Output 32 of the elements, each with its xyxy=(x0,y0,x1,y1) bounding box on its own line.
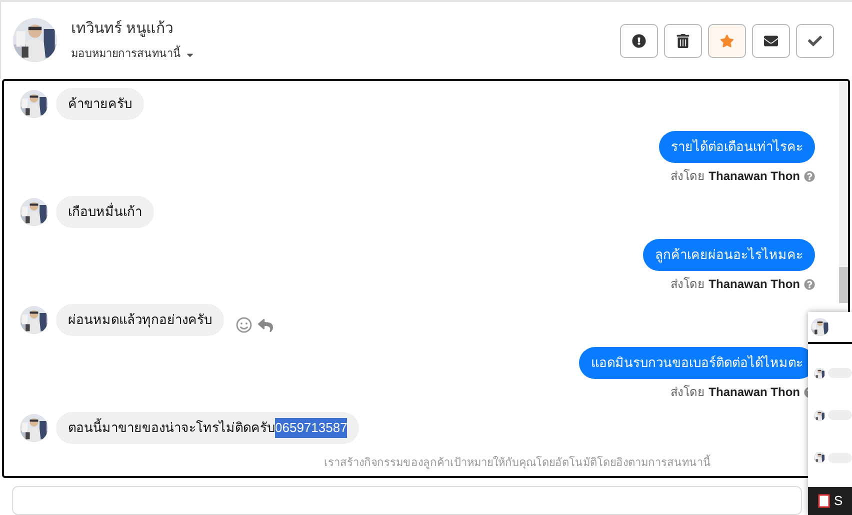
message-bubble: ลูกค้าเคยผ่อนอะไรไหมคะ xyxy=(643,239,815,271)
alert-icon xyxy=(632,34,646,48)
message-bubble: ตอนนี้มาขายของน่าจะโทรไม่ติดครับ0659713587 xyxy=(56,412,360,444)
delete-button[interactable] xyxy=(664,24,702,58)
sender-name: Thanawan Thon xyxy=(708,384,800,401)
taskbar-label[interactable]: S xyxy=(834,491,843,511)
contact-name: เทวินทร์ หนูแก้ว xyxy=(71,18,174,39)
assign-dropdown[interactable]: มอบหมายการสนทนานี้ xyxy=(71,46,195,63)
message-bubble: ค้าขายครับ xyxy=(56,88,144,120)
envelope-icon xyxy=(764,34,778,48)
help-icon xyxy=(804,170,815,182)
message-bubble: เกือบหมื่นเก้า xyxy=(56,196,154,228)
reply-field[interactable] xyxy=(12,486,802,515)
star-button[interactable] xyxy=(708,24,746,58)
app-icon xyxy=(818,494,830,508)
message-bubble: รายได้ต่อเดือนเท่าไรคะ xyxy=(659,131,815,163)
footer-note: เราสร้างกิจกรรมของลูกค้าเป้าหมายให้กับคุณโดยอัตโนมัติโดยอิงตามการสนทนานี้ xyxy=(324,455,711,472)
report-button[interactable] xyxy=(620,24,658,58)
reply-icon xyxy=(258,318,273,332)
sent-by-label: ส่งโดย xyxy=(670,276,705,293)
star-icon xyxy=(720,34,734,48)
smiley-icon xyxy=(236,317,252,333)
done-button[interactable] xyxy=(796,24,834,58)
trash-icon xyxy=(676,34,690,48)
mail-button[interactable] xyxy=(752,24,790,58)
message-bubble: ผ่อนหมดแล้วทุกอย่างครับ xyxy=(56,304,224,336)
help-icon xyxy=(804,278,815,290)
sender-name: Thanawan Thon xyxy=(708,168,800,185)
sent-by-label: ส่งโดย xyxy=(670,384,705,401)
sender-name: Thanawan Thon xyxy=(708,276,800,293)
check-icon xyxy=(808,34,822,48)
sent-by-label: ส่งโดย xyxy=(670,168,705,185)
